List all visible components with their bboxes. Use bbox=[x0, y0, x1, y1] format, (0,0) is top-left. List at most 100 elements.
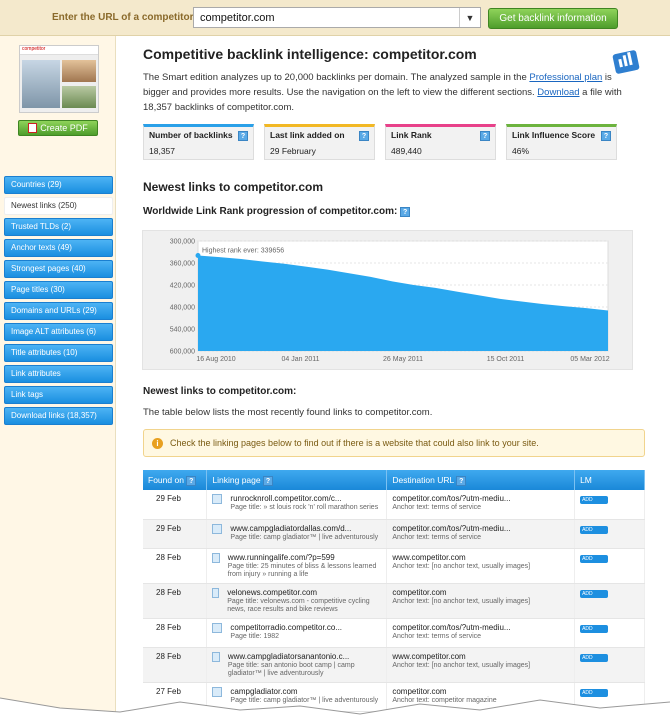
section-nav: Countries (29) Newest links (250) Trusted … bbox=[4, 176, 113, 428]
sidebar-item[interactable]: Download links (18,357) bbox=[4, 407, 113, 425]
rank-chart-svg: 300,000 360,000 420,000 480,000 540,000 600,0… bbox=[170, 239, 610, 364]
destination-url[interactable]: competitor.com/tos/?utm-mediu... bbox=[392, 623, 569, 633]
destination-url[interactable]: competitor.com bbox=[392, 588, 569, 598]
sidebar-item[interactable]: Anchor texts (49) bbox=[4, 239, 113, 257]
stat-card: Link Rank? 489,440 bbox=[385, 124, 496, 160]
page-title-text: Page title: 25 minutes of bliss & lesson… bbox=[227, 562, 377, 578]
intro-text: The Smart edition analyzes up to 20,000 … bbox=[143, 72, 622, 113]
sidebar-item[interactable]: Link attributes bbox=[4, 365, 113, 383]
info-notice: i Check the linking pages below to find o… bbox=[143, 429, 645, 457]
sidebar-item[interactable]: Link tags bbox=[4, 386, 113, 404]
y-tick-label: 540,000 bbox=[170, 327, 195, 334]
professional-plan-link[interactable]: Professional plan bbox=[529, 72, 602, 83]
highest-rank-point bbox=[195, 253, 201, 259]
sidebar-item[interactable]: Title attributes (10) bbox=[4, 344, 113, 362]
linking-page-url[interactable]: competitorradio.competitor.co... bbox=[230, 623, 342, 633]
table-row: 29 Feb runrocknroll.competitor.com/c... Pa… bbox=[143, 490, 645, 520]
sidebar-item[interactable]: Newest links (250) bbox=[4, 197, 113, 215]
help-icon[interactable]: ? bbox=[480, 130, 490, 141]
anchor-text: Anchor text: terms of service bbox=[392, 504, 482, 511]
linking-page-url[interactable]: www.runningalife.com/?p=599 bbox=[228, 553, 382, 563]
pdf-icon bbox=[28, 123, 38, 133]
destination-url[interactable]: www.competitor.com bbox=[392, 553, 569, 563]
linking-page-url[interactable]: velonews.competitor.com bbox=[227, 588, 381, 598]
destination-cell: competitor.com Anchor text: [no anchor te… bbox=[386, 583, 576, 619]
destination-url[interactable]: competitor.com/tos/?utm-mediu... bbox=[392, 494, 569, 504]
help-icon[interactable]: ? bbox=[400, 207, 411, 217]
linking-page-url[interactable]: www.campgladiatordallas.com/d... bbox=[230, 524, 378, 534]
help-icon[interactable]: ? bbox=[359, 130, 369, 141]
anchor-text: Anchor text: [no anchor text, usually im… bbox=[392, 562, 531, 570]
info-icon: i bbox=[152, 438, 163, 449]
stat-value: 489,440 bbox=[391, 146, 422, 156]
magnify-icon[interactable] bbox=[212, 587, 220, 598]
help-icon[interactable]: ? bbox=[263, 475, 273, 486]
magnify-icon[interactable] bbox=[212, 552, 220, 563]
get-backlinks-button[interactable]: Get backlink information bbox=[488, 8, 618, 29]
page-title-text: Page title: 1982 bbox=[230, 632, 280, 640]
magnify-icon[interactable] bbox=[212, 651, 220, 662]
stat-value: 29 February bbox=[270, 146, 316, 156]
chevron-down-icon: ▼ bbox=[465, 12, 475, 23]
column-header[interactable]: Destination URL ? bbox=[386, 470, 576, 490]
url-label: Enter the URL of a competitor: bbox=[52, 12, 197, 23]
sidebar-item[interactable]: Strongest pages (40) bbox=[4, 260, 113, 278]
url-input[interactable]: competitor.com bbox=[193, 7, 481, 28]
destination-url[interactable]: www.competitor.com bbox=[392, 652, 569, 662]
linking-page-url[interactable]: runrocknroll.competitor.com/c... bbox=[230, 494, 378, 504]
help-icon[interactable]: ? bbox=[238, 130, 248, 141]
destination-cell: www.competitor.com Anchor text: [no ancho… bbox=[386, 548, 576, 584]
links-table: Found on ? Linking page ? Destination URL … bbox=[143, 470, 645, 712]
help-icon[interactable]: ? bbox=[456, 475, 467, 486]
page-title-text: Page title: camp gladiator™ | live adven… bbox=[230, 533, 379, 541]
table-row: 28 Feb velonews.competitor.com Page title:… bbox=[143, 583, 645, 619]
column-header[interactable]: Found on ? bbox=[143, 470, 208, 490]
highest-rank-annotation: Highest rank ever: 339656 bbox=[202, 248, 284, 255]
anchor-text: Anchor text: [no anchor text, usually im… bbox=[392, 597, 531, 605]
add-button[interactable]: ADD bbox=[580, 624, 609, 633]
destination-url[interactable]: competitor.com/tos/?utm-mediu... bbox=[392, 524, 569, 534]
sidebar: competitor Create PDF Countries (29) Newe… bbox=[0, 36, 116, 722]
column-header[interactable]: LM bbox=[574, 470, 645, 490]
add-button[interactable]: ADD bbox=[580, 589, 609, 598]
lm-cell: ADD bbox=[574, 519, 645, 549]
table-row: 28 Feb www.runningalife.com/?p=599 Page ti… bbox=[143, 548, 645, 584]
download-link[interactable]: Download bbox=[537, 87, 579, 98]
url-history-dropdown[interactable]: ▼ bbox=[459, 8, 480, 27]
add-button[interactable]: ADD bbox=[580, 496, 609, 504]
linking-page-cell: www.campgladiatordallas.com/d... Page tit… bbox=[206, 519, 388, 549]
site-thumbnail: competitor bbox=[19, 45, 99, 113]
sidebar-item[interactable]: Image ALT attributes (6) bbox=[4, 323, 113, 341]
linking-page-url[interactable]: www.campgladiatorsanantonio.c... bbox=[228, 652, 381, 662]
magnify-icon[interactable] bbox=[212, 523, 223, 534]
stats-row: Number of backlinks? 18,357 Last link adde… bbox=[143, 124, 623, 160]
y-tick-label: 420,000 bbox=[170, 283, 195, 290]
add-button[interactable]: ADD bbox=[580, 653, 609, 662]
sidebar-item[interactable]: Trusted TLDs (2) bbox=[4, 218, 113, 236]
magnify-icon[interactable] bbox=[212, 622, 223, 633]
sidebar-item[interactable]: Page titles (30) bbox=[4, 281, 113, 299]
sidebar-item[interactable]: Countries (29) bbox=[4, 176, 113, 194]
y-tick-label: 480,000 bbox=[170, 305, 195, 312]
stat-card: Number of backlinks? 18,357 bbox=[143, 124, 254, 160]
add-button[interactable]: ADD bbox=[580, 525, 609, 534]
found-on-cell: 29 Feb bbox=[143, 490, 208, 520]
help-icon[interactable]: ? bbox=[601, 130, 611, 141]
page-title-text: Page title: san antonio boot camp | camp… bbox=[227, 661, 355, 677]
destination-cell: competitor.com/tos/?utm-mediu... Anchor t… bbox=[386, 618, 576, 648]
thumbnail-image bbox=[62, 86, 96, 108]
page-title-text: Page title: » st louis rock 'n' roll mar… bbox=[230, 504, 379, 511]
lm-cell: ADD bbox=[574, 647, 645, 683]
x-tick-label: 16 Aug 2010 bbox=[196, 356, 235, 363]
column-header[interactable]: Linking page ? bbox=[206, 470, 388, 490]
help-icon[interactable]: ? bbox=[186, 475, 197, 486]
thumbnail-image bbox=[22, 60, 60, 108]
create-pdf-button[interactable]: Create PDF bbox=[18, 120, 98, 136]
linking-page-cell: competitorradio.competitor.co... Page tit… bbox=[206, 618, 388, 648]
x-tick-label: 04 Jan 2011 bbox=[281, 356, 319, 363]
destination-cell: competitor.com/tos/?utm-mediu... Anchor t… bbox=[386, 519, 576, 549]
sidebar-item[interactable]: Domains and URLs (29) bbox=[4, 302, 113, 320]
section-title: Newest links to competitor.com bbox=[143, 180, 324, 194]
magnify-icon[interactable] bbox=[212, 494, 223, 504]
add-button[interactable]: ADD bbox=[580, 554, 609, 563]
